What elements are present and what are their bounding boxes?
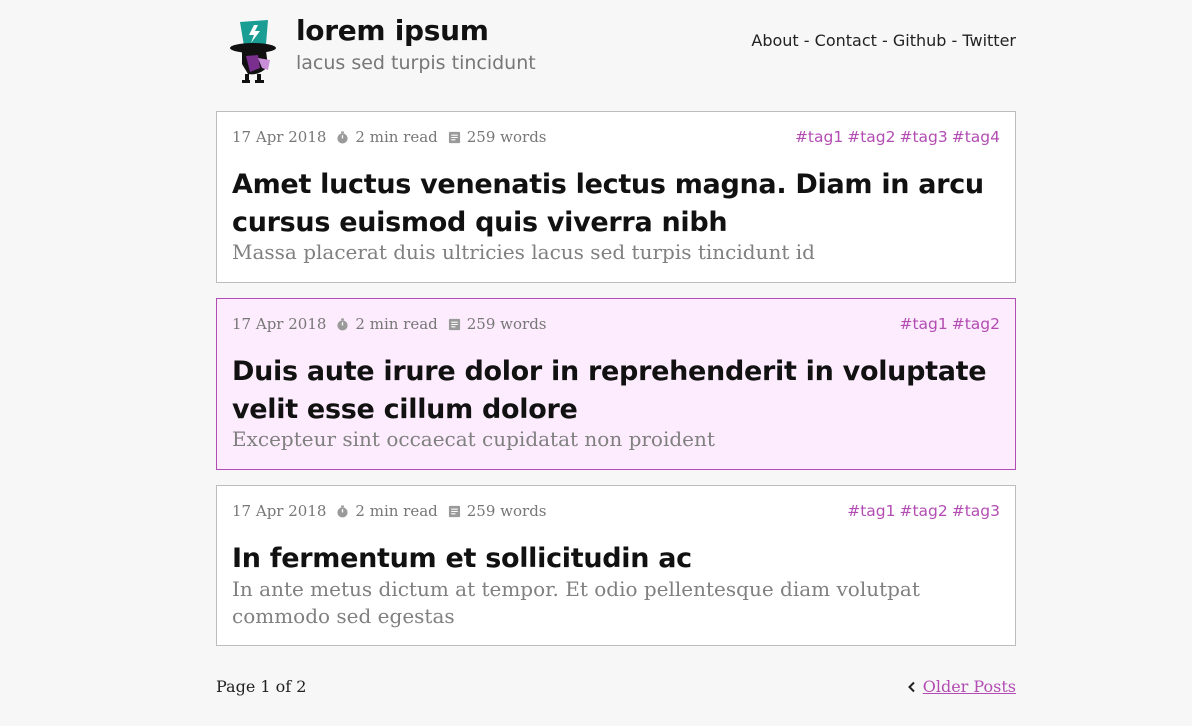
post-read-time: 2 min read: [355, 502, 438, 520]
tag-link[interactable]: #tag4: [952, 128, 1000, 146]
site-subtitle: lacus sed turpis tincidunt: [296, 52, 536, 74]
post-title[interactable]: In fermentum et sollicitudin ac: [232, 540, 992, 578]
post-meta: 17 Apr 2018 2 min read 259 words: [232, 315, 547, 333]
post-word-count: 259 words: [466, 128, 547, 146]
post-card[interactable]: 17 Apr 2018 2 min read 259 words #tag1 #t…: [216, 111, 1016, 283]
site-title[interactable]: lorem ipsum: [296, 14, 489, 47]
post-card[interactable]: 17 Apr 2018 2 min read 259 words #tag1 #t…: [216, 485, 1016, 646]
post-tags: #tag1 #tag2 #tag3: [843, 502, 1000, 520]
post-summary: In ante metus dictum at tempor. Et odio …: [232, 577, 920, 628]
tag-link[interactable]: #tag2: [899, 502, 947, 520]
post-date: 17 Apr 2018: [232, 128, 327, 146]
nav-github-link[interactable]: Github: [893, 31, 947, 50]
nav-about-link[interactable]: About: [751, 31, 798, 50]
page-indicator: Page 1 of 2: [216, 677, 307, 696]
post-meta: 17 Apr 2018 2 min read 259 words: [232, 128, 547, 146]
chevron-left-icon: [907, 681, 915, 692]
tag-link[interactable]: #tag1: [847, 502, 895, 520]
document-icon: [448, 131, 460, 143]
post-tags: #tag1 #tag2: [895, 315, 1000, 333]
post-title[interactable]: Duis aute irure dolor in reprehenderit i…: [232, 353, 992, 429]
post-word-count: 259 words: [466, 502, 547, 520]
tag-link[interactable]: #tag2: [847, 128, 895, 146]
post-card-hovered[interactable]: 17 Apr 2018 2 min read 259 words #tag1 #t…: [216, 298, 1016, 470]
stopwatch-icon: [337, 504, 349, 518]
nav-twitter-link[interactable]: Twitter: [962, 31, 1016, 50]
document-icon: [448, 318, 460, 330]
site-logo-icon[interactable]: [228, 18, 280, 84]
top-nav: About - Contact - Github - Twitter: [751, 31, 1016, 50]
older-posts-control[interactable]: Older Posts: [907, 677, 1016, 696]
stopwatch-icon: [337, 130, 349, 144]
page-container: lorem ipsum lacus sed turpis tincidunt A…: [216, 0, 1016, 696]
tag-link[interactable]: #tag3: [952, 502, 1000, 520]
nav-separator: -: [946, 31, 963, 50]
nav-contact-link[interactable]: Contact: [815, 31, 877, 50]
post-meta: 17 Apr 2018 2 min read 259 words: [232, 502, 547, 520]
tag-link[interactable]: #tag2: [952, 315, 1000, 333]
nav-separator: -: [876, 31, 893, 50]
post-read-time: 2 min read: [355, 315, 438, 333]
document-icon: [448, 505, 460, 517]
post-date: 17 Apr 2018: [232, 502, 327, 520]
tag-link[interactable]: #tag1: [795, 128, 843, 146]
post-word-count: 259 words: [466, 315, 547, 333]
post-tags: #tag1 #tag2 #tag3 #tag4: [791, 128, 1000, 146]
post-title[interactable]: Amet luctus venenatis lectus magna. Diam…: [232, 166, 992, 242]
site-header: lorem ipsum lacus sed turpis tincidunt A…: [216, 0, 1016, 111]
post-read-time: 2 min read: [355, 128, 438, 146]
stopwatch-icon: [337, 317, 349, 331]
tag-link[interactable]: #tag3: [899, 128, 947, 146]
post-summary: Excepteur sint occaecat cupidatat non pr…: [232, 427, 715, 451]
tag-link[interactable]: #tag1: [899, 315, 947, 333]
post-date: 17 Apr 2018: [232, 315, 327, 333]
older-posts-link[interactable]: Older Posts: [923, 677, 1016, 696]
post-summary: Massa placerat duis ultricies lacus sed …: [232, 240, 815, 264]
nav-separator: -: [798, 31, 815, 50]
